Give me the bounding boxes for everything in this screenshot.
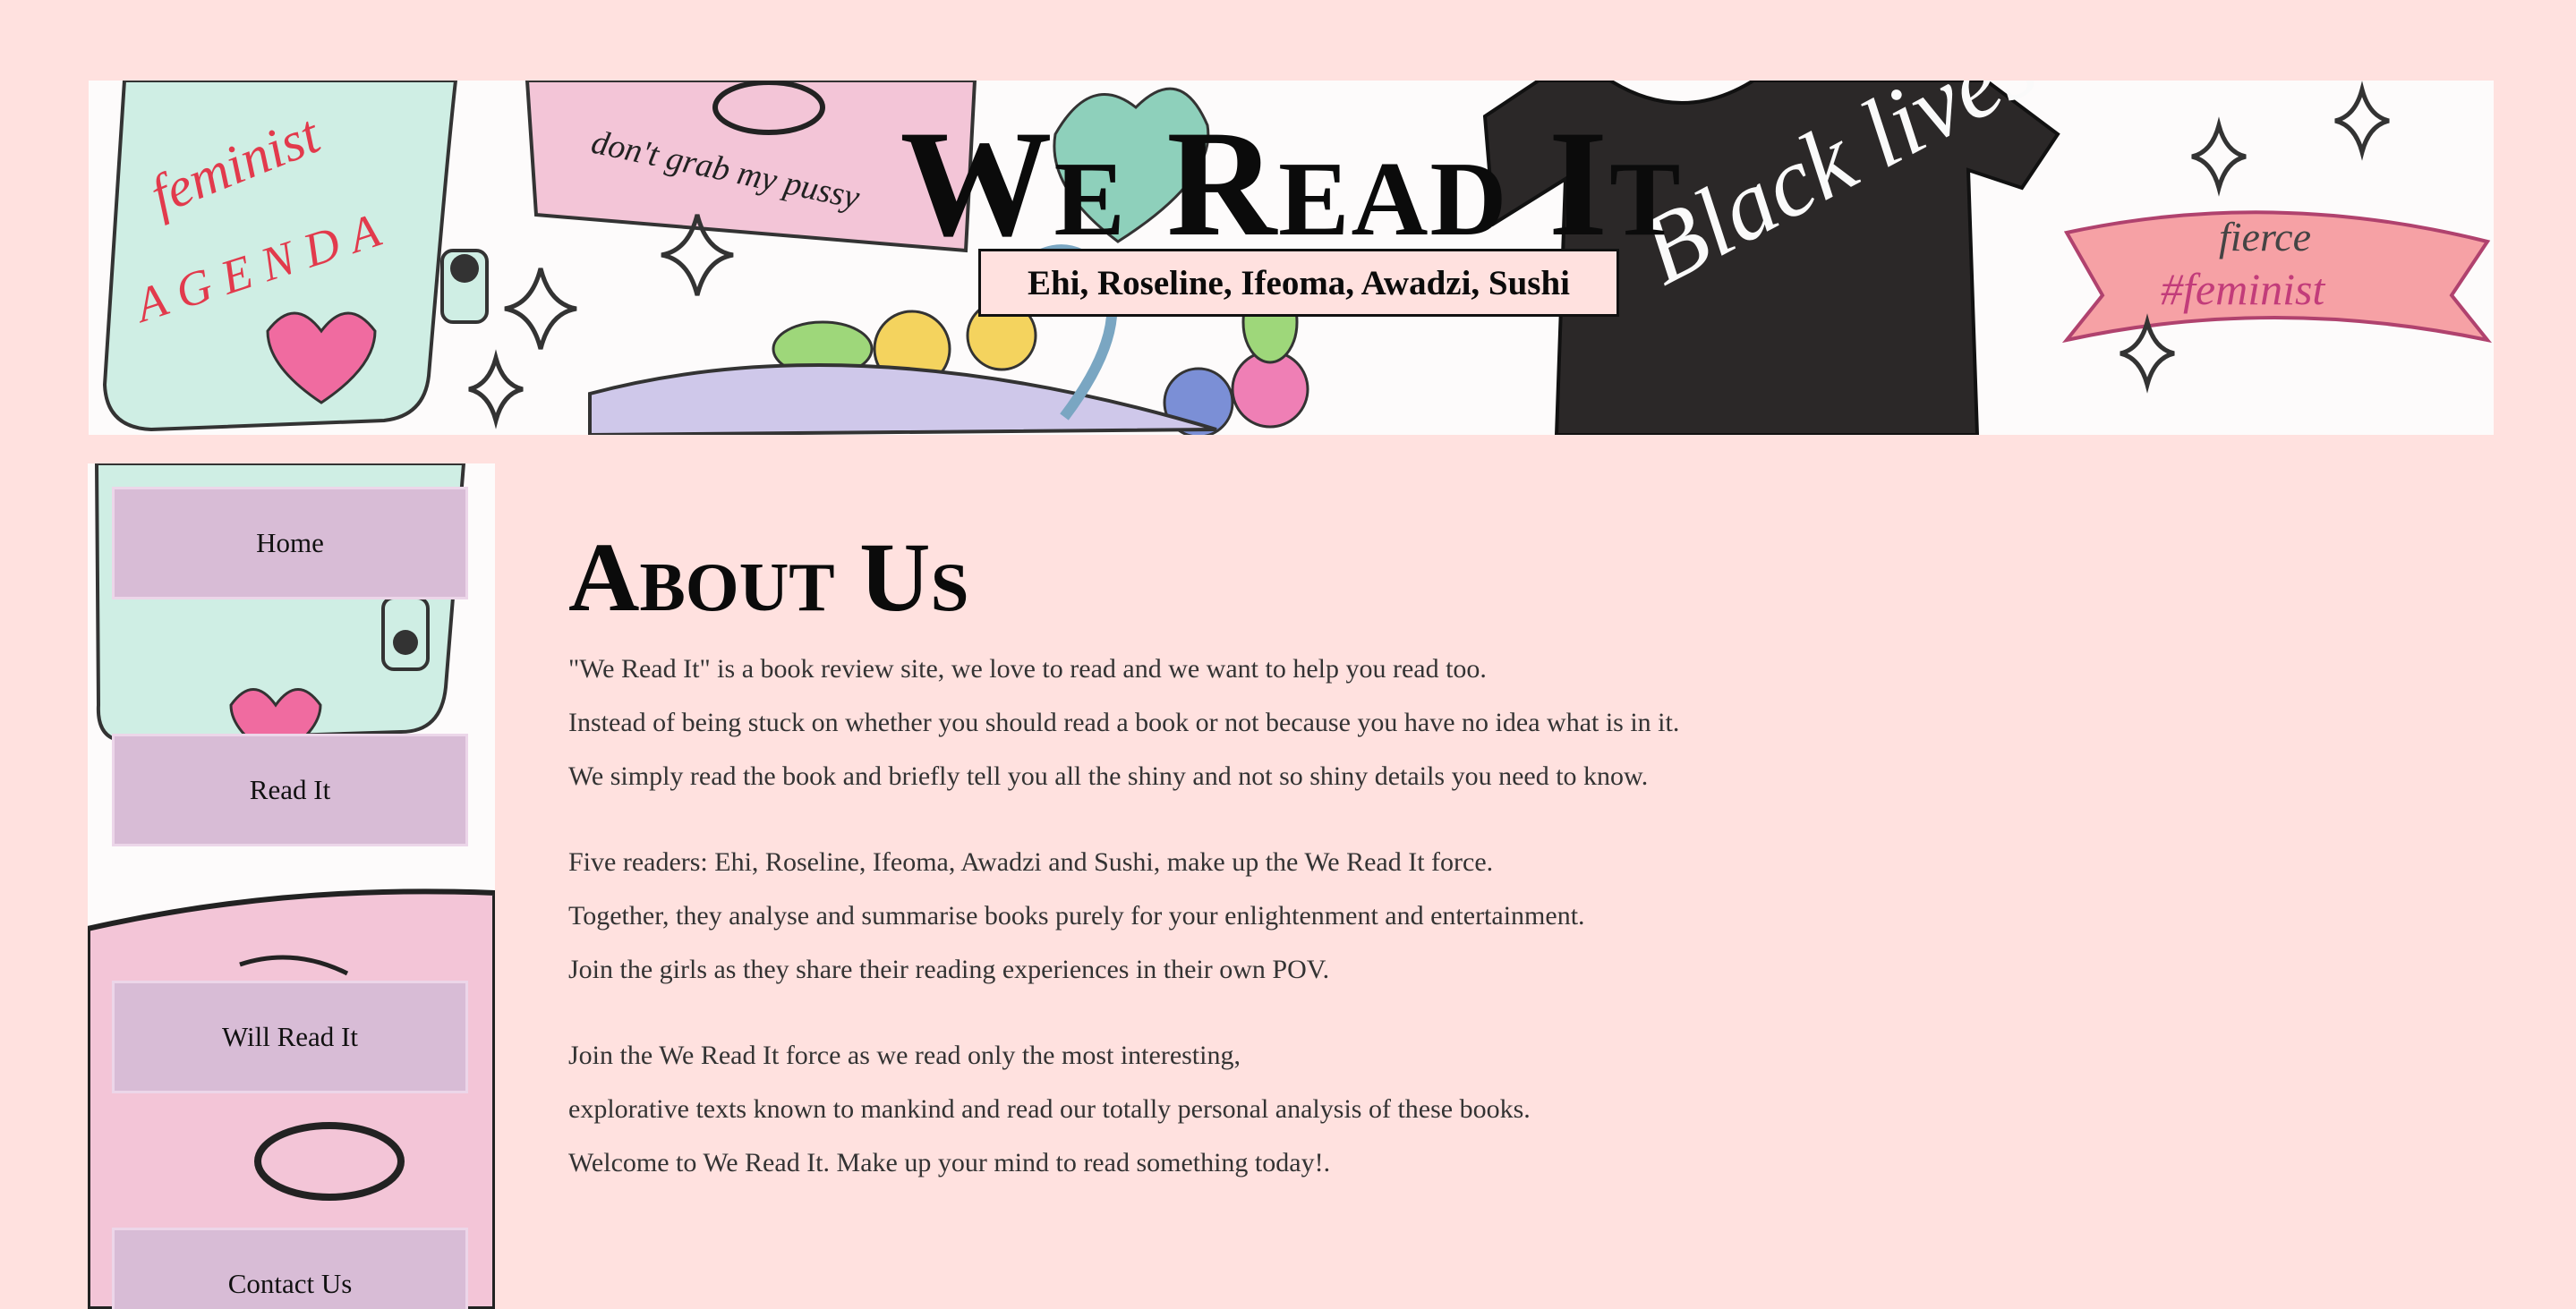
paragraph-line: Join the We Read It force as we read onl… bbox=[568, 1041, 1241, 1070]
header-banner: feminist AGENDA don't grab my pussy Blac… bbox=[89, 81, 2494, 435]
paragraph-line: We simply read the book and briefly tell… bbox=[568, 761, 1649, 791]
main-content: About Us "We Read It" is a book review s… bbox=[568, 528, 2448, 1190]
authors-subtitle: Ehi, Roseline, Ifeoma, Awadzi, Sushi bbox=[978, 249, 1619, 317]
paragraph-block: "We Read It" is a book review site, we l… bbox=[568, 642, 2448, 803]
sidebar-nav: Home Read It Will Read It Contact Us bbox=[88, 463, 495, 1309]
paragraph-block: Join the We Read It force as we read onl… bbox=[568, 1029, 2448, 1190]
paragraph-line: "We Read It" is a book review site, we l… bbox=[568, 654, 1487, 684]
paragraph-line: Five readers: Ehi, Roseline, Ifeoma, Awa… bbox=[568, 847, 1494, 877]
nav-contact-us-button[interactable]: Contact Us bbox=[112, 1228, 468, 1309]
paragraph-block: Five readers: Ehi, Roseline, Ifeoma, Awa… bbox=[568, 836, 2448, 997]
nav-read-it-button[interactable]: Read It bbox=[112, 734, 468, 846]
paragraph-line: explorative texts known to mankind and r… bbox=[568, 1094, 1531, 1124]
hashtag-feminist-text: #feminist bbox=[2161, 264, 2325, 314]
paragraph-line: Instead of being stuck on whether you sh… bbox=[568, 708, 1680, 737]
page-title: About Us bbox=[568, 523, 969, 632]
nav-will-read-it-button[interactable]: Will Read It bbox=[112, 981, 468, 1093]
nav-home-button[interactable]: Home bbox=[112, 487, 468, 599]
site-title: We Read It bbox=[900, 99, 1683, 268]
paragraph-line: Join the girls as they share their readi… bbox=[568, 955, 1330, 984]
paragraph-line: Together, they analyse and summarise boo… bbox=[568, 901, 1585, 931]
paragraph-line: Welcome to We Read It. Make up your mind… bbox=[568, 1148, 1331, 1177]
